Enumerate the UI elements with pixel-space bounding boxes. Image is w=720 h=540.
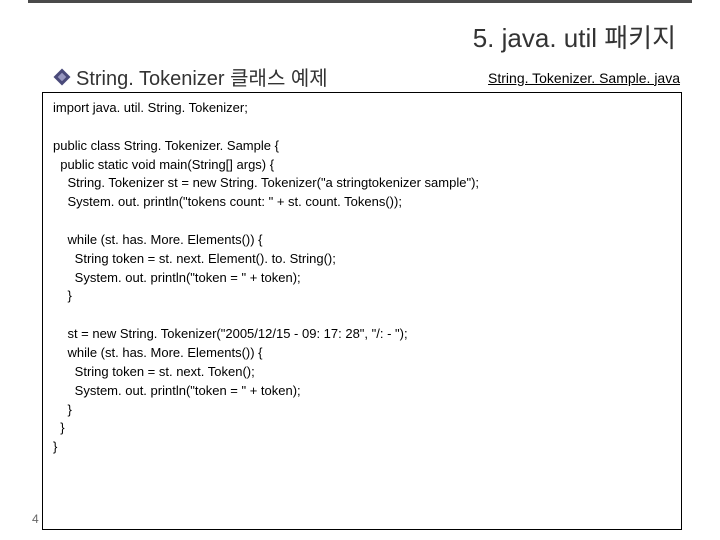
code-line: public class String. Tokenizer. Sample { — [53, 138, 279, 153]
slide-title: 5. java. util 패키지 — [473, 18, 676, 55]
code-line: while (st. has. More. Elements()) { — [53, 345, 263, 360]
header-rule — [28, 0, 692, 3]
code-line: } — [53, 439, 57, 454]
subtitle-text: String. Tokenizer 클래스 예제 — [76, 62, 328, 91]
code-line: } — [53, 420, 65, 435]
subtitle-row: String. Tokenizer 클래스 예제 String. Tokeniz… — [56, 62, 680, 91]
subtitle-bullet: String. Tokenizer 클래스 예제 — [56, 62, 328, 91]
filename-label: String. Tokenizer. Sample. java — [488, 70, 680, 86]
code-line: System. out. println("tokens count: " + … — [53, 194, 402, 209]
diamond-icon — [56, 71, 68, 83]
code-line: } — [53, 402, 72, 417]
code-line: } — [53, 288, 72, 303]
code-line: String token = st. next. Token(); — [53, 364, 255, 379]
code-line: System. out. println("token = " + token)… — [53, 270, 301, 285]
code-line: import java. util. String. Tokenizer; — [53, 100, 248, 115]
page-number: 4 — [32, 512, 39, 526]
code-line: while (st. has. More. Elements()) { — [53, 232, 263, 247]
code-line: String token = st. next. Element(). to. … — [53, 251, 336, 266]
code-line: public static void main(String[] args) { — [53, 157, 274, 172]
code-line: st = new String. Tokenizer("2005/12/15 -… — [53, 326, 408, 341]
code-line: System. out. println("token = " + token)… — [53, 383, 301, 398]
code-box: import java. util. String. Tokenizer; pu… — [42, 92, 682, 530]
code-line: String. Tokenizer st = new String. Token… — [53, 175, 479, 190]
